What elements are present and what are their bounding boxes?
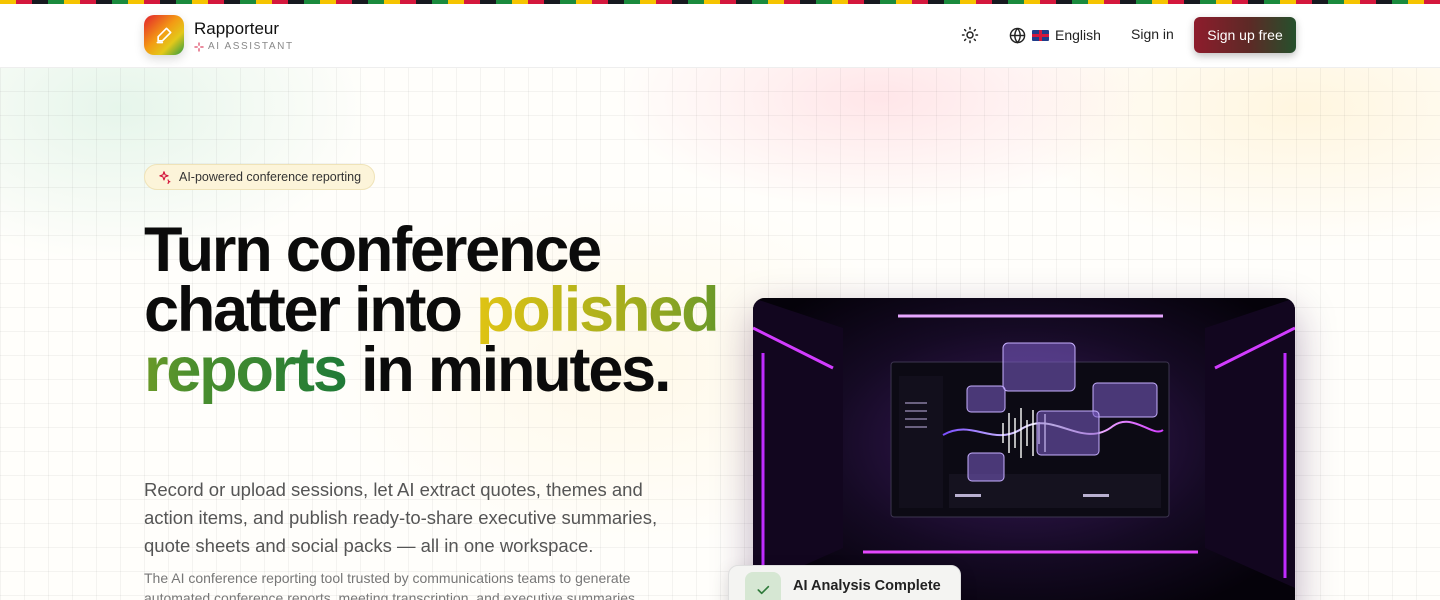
hero-supporting-text: The AI conference reporting tool trusted… xyxy=(144,570,636,600)
brand-logo[interactable] xyxy=(144,15,184,55)
brand-subtitle-text: AI ASSISTANT xyxy=(208,41,294,52)
feature-pill: AI-powered conference reporting xyxy=(144,164,376,190)
feature-pill-text: AI-powered conference reporting xyxy=(179,170,362,184)
hero-section: AI-powered conference reporting Turn con… xyxy=(0,68,1440,600)
site-header: Rapporteur AI ASSISTANT English Sign in … xyxy=(0,4,1440,68)
globe-icon xyxy=(1009,27,1026,44)
brand-name[interactable]: Rapporteur xyxy=(194,19,279,39)
sparkles-icon xyxy=(194,41,204,52)
brand-subtitle: AI ASSISTANT xyxy=(194,41,294,52)
sign-in-link[interactable]: Sign in xyxy=(1131,26,1174,42)
sparkles-icon xyxy=(159,171,171,184)
hero-headline: Turn conference chatter into polished re… xyxy=(144,219,744,402)
neon-room-illustration xyxy=(753,298,1295,600)
headline-part-2: in minutes. xyxy=(345,335,672,405)
badge-text: AI Analysis Complete xyxy=(793,578,941,594)
dashboard-preview-image xyxy=(753,298,1295,600)
check-icon xyxy=(745,572,781,600)
sun-icon[interactable] xyxy=(961,26,979,44)
language-selector[interactable]: English xyxy=(1009,24,1101,46)
language-label: English xyxy=(1055,27,1101,43)
analysis-complete-badge: AI Analysis Complete xyxy=(728,565,961,600)
uk-flag-icon xyxy=(1032,29,1049,41)
pen-icon xyxy=(156,27,172,44)
sign-up-button[interactable]: Sign up free xyxy=(1194,17,1296,53)
hero-lead-paragraph: Record or upload sessions, let AI extrac… xyxy=(144,479,658,556)
